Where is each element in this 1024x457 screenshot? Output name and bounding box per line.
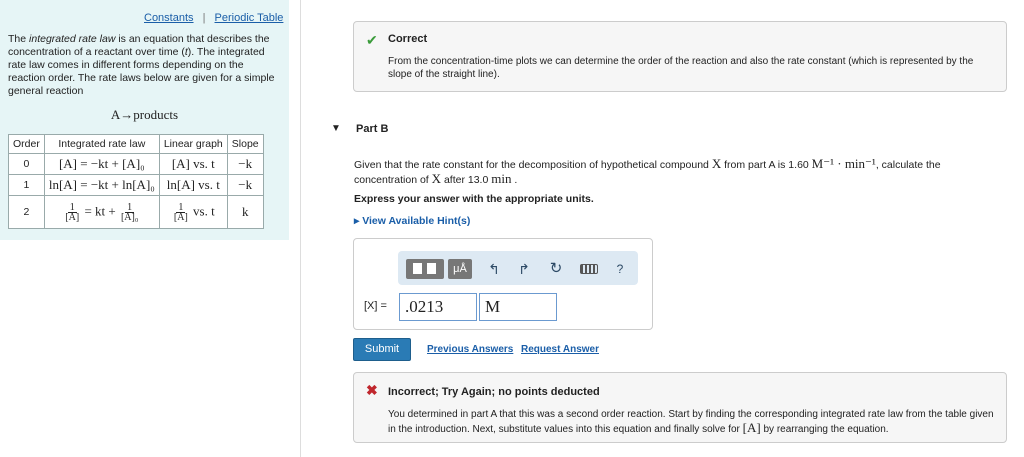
fraction: 1 [A]₀ [120,201,139,223]
reference-links: Constants | Periodic Table [144,12,283,24]
law-cell: ln[A] = −kt + ln[A]₀ [43,174,160,196]
view-hints-link[interactable]: ▸ View Available Hint(s) [354,215,470,227]
order-cell: 1 [8,174,45,196]
fraction: 1 [A] [65,201,80,223]
x-mark-icon: ✖ [366,382,378,398]
header-order: Order [8,134,45,154]
keyboard-icon[interactable] [578,259,600,279]
feedback-message: From the concentration-time plots we can… [388,56,974,80]
feedback-title: Correct [388,33,428,45]
answer-label: [X] = [364,300,387,312]
order-cell: 2 [8,195,45,229]
slope-cell: −k [226,174,264,196]
math-toolbar: μÅ ↰ ↱ ↻ ? [398,251,638,285]
question-text: Given that the rate constant for the dec… [354,156,941,186]
table-row: 2 1 [A] = kt + 1 [A]₀ 1 [A] vs. t k [8,195,264,229]
collapse-caret-icon[interactable]: ▼ [331,123,341,134]
slope-cell: k [226,195,264,229]
submit-button[interactable]: Submit [353,338,411,361]
templates-button[interactable] [406,259,444,279]
answer-unit-field[interactable]: M [479,293,557,321]
fraction: 1 [A] [173,201,188,223]
header-slope: Slope [226,134,264,154]
periodic-table-link[interactable]: Periodic Table [215,12,284,24]
table-row: 1 ln[A] = −kt + ln[A]₀ ln[A] vs. t −k [8,174,264,196]
units-button[interactable]: μÅ [448,259,472,279]
law-cell: 1 [A] = kt + 1 [A]₀ [43,195,160,229]
previous-answers-link[interactable]: Previous Answers [427,344,513,355]
undo-icon[interactable]: ↰ [484,259,504,279]
redo-icon[interactable]: ↱ [514,259,534,279]
intro-emphasis: integrated rate law [29,33,116,45]
answer-value-field[interactable]: .0213 [399,293,477,321]
order-cell: 0 [8,153,45,175]
correct-feedback-box: ✔ Correct From the concentration-time pl… [353,21,1007,92]
template-icon [427,263,436,274]
general-reaction: A→products [110,107,179,122]
table-header-row: Order Integrated rate law Linear graph S… [8,134,264,154]
slope-cell: −k [226,153,264,175]
header-linear-graph: Linear graph [158,134,228,154]
rate-law-table: Order Integrated rate law Linear graph S… [8,134,264,229]
feedback-title: Incorrect; Try Again; no points deducted [388,386,600,398]
graph-cell: 1 [A] vs. t [158,195,228,229]
help-button[interactable]: ? [612,259,628,279]
intro-text: The integrated rate law is an equation t… [8,33,275,97]
graph-cell: [A] vs. t [158,153,228,175]
answer-instruction: Express your answer with the appropriate… [354,193,594,205]
reset-icon[interactable]: ↻ [546,259,566,279]
request-answer-link[interactable]: Request Answer [521,344,599,355]
pane-divider [300,0,301,457]
template-icon [413,263,422,274]
header-integrated-rate-law: Integrated rate law [43,134,160,154]
part-b-title[interactable]: Part B [356,123,388,135]
intro-panel: Constants | Periodic Table The integrate… [0,0,289,240]
incorrect-feedback-box: ✖ Incorrect; Try Again; no points deduct… [353,372,1007,443]
link-separator: | [202,12,206,24]
table-row: 0 [A] = −kt + [A]₀ [A] vs. t −k [8,153,264,175]
constants-link[interactable]: Constants [144,12,194,24]
law-cell: [A] = −kt + [A]₀ [43,153,160,175]
graph-cell: ln[A] vs. t [158,174,228,196]
checkmark-icon: ✔ [366,32,378,48]
feedback-message: You determined in part A that this was a… [388,409,994,435]
